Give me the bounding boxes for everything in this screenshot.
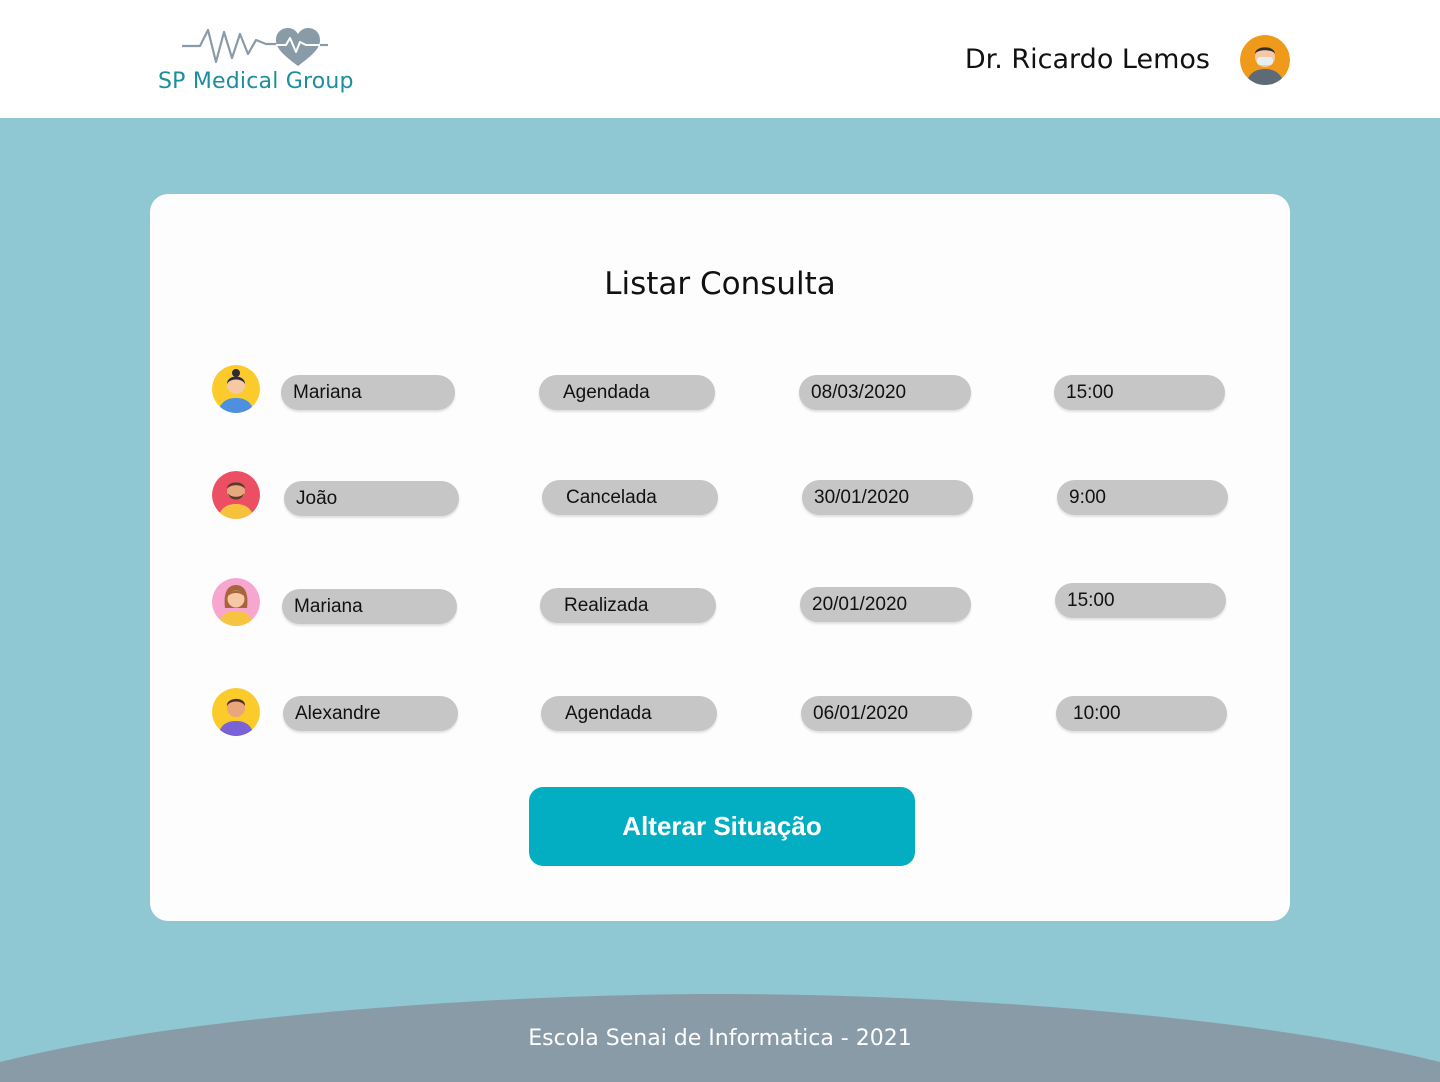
appointment-date: 20/01/2020: [800, 587, 971, 622]
consulta-row[interactable]: Alexandre Agendada 06/01/2020 10:00: [150, 688, 1290, 748]
patient-name: Mariana: [282, 589, 457, 624]
appointment-time: 15:00: [1055, 583, 1226, 618]
appointment-time: 10:00: [1056, 696, 1227, 731]
status-badge: Agendada: [539, 375, 715, 410]
patient-name: Mariana: [281, 375, 455, 410]
consulta-row[interactable]: Mariana Realizada 20/01/2020 15:00: [150, 578, 1290, 638]
status-badge: Cancelada: [542, 480, 718, 515]
female-patient-avatar-icon: [212, 578, 260, 626]
user-name: Dr. Ricardo Lemos: [964, 44, 1210, 75]
male-patient-avatar-icon: [212, 471, 260, 519]
male-patient-avatar-icon: [212, 688, 260, 736]
brand-name: SP Medical Group: [158, 69, 354, 94]
appointment-date: 30/01/2020: [802, 480, 973, 515]
page-title: Listar Consulta: [604, 266, 836, 302]
appointment-time: 15:00: [1054, 375, 1225, 410]
patient-name: João: [284, 481, 459, 516]
doctor-avatar-icon[interactable]: [1240, 35, 1290, 85]
consulta-row[interactable]: Mariana Agendada 08/03/2020 15:00: [150, 364, 1290, 424]
consultas-card: Listar Consulta Mariana Agendada 08/03/2…: [150, 194, 1290, 921]
appointment-date: 06/01/2020: [801, 696, 972, 731]
alterar-situacao-button[interactable]: Alterar Situação: [529, 787, 915, 866]
status-badge: Agendada: [541, 696, 717, 731]
brand-logo[interactable]: SP Medical Group: [158, 24, 373, 100]
top-header: SP Medical Group Dr. Ricardo Lemos: [0, 0, 1440, 118]
status-badge: Realizada: [540, 588, 716, 623]
appointment-date: 08/03/2020: [799, 375, 971, 410]
patient-name: Alexandre: [283, 696, 458, 731]
female-patient-avatar-icon: [212, 365, 260, 413]
footer-text: Escola Senai de Informatica - 2021: [528, 1026, 912, 1051]
heartbeat-heart-icon: [182, 28, 328, 66]
consulta-row[interactable]: João Cancelada 30/01/2020 9:00: [150, 470, 1290, 530]
appointment-time: 9:00: [1057, 480, 1228, 515]
